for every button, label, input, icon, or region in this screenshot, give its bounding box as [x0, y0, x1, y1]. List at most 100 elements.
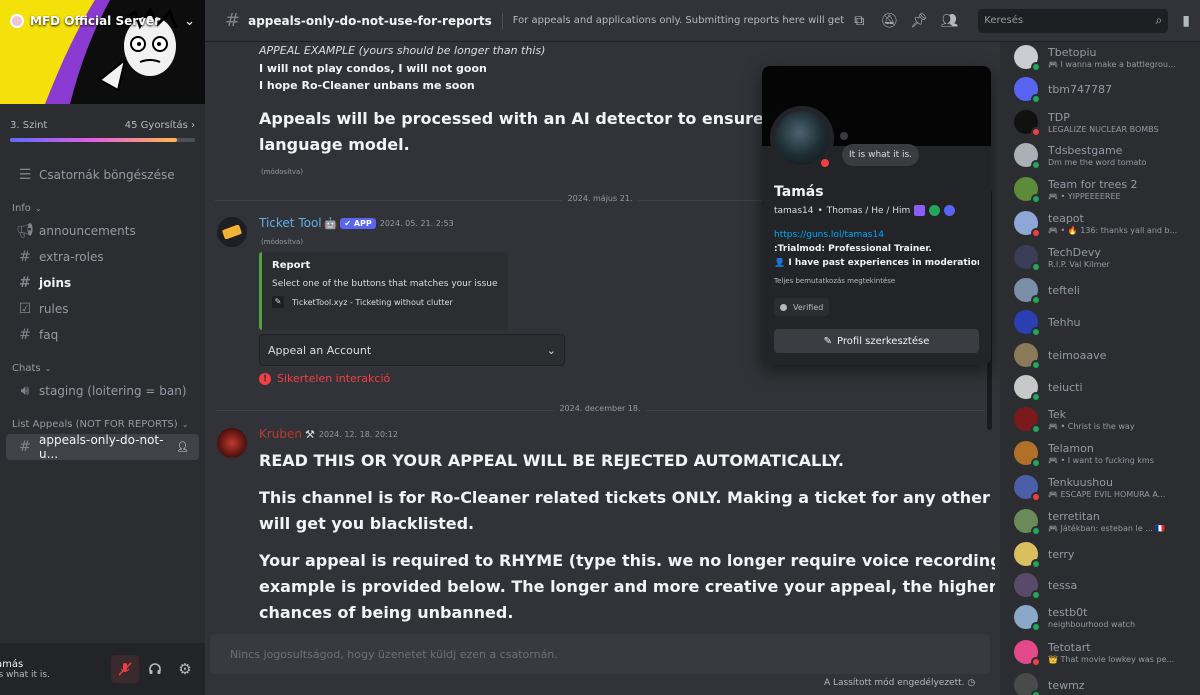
member-item[interactable]: Tehhu — [1014, 307, 1200, 337]
online-status-icon — [1031, 194, 1041, 204]
member-activity: 🎮 ESCAPE EVIL HOMURA A... — [1048, 489, 1166, 499]
category-label: List Appeals (NOT FOR REPORTS) — [12, 418, 178, 430]
user-info[interactable]: amás is what it is. — [0, 659, 109, 680]
online-status-icon — [1031, 458, 1041, 468]
member-item[interactable]: Tbetopiu 🎮 I wanna make a battlegrou... — [1014, 42, 1200, 72]
pinned-messages-icon[interactable]: 📌︎ — [908, 13, 930, 29]
server-name: MFD Official Server — [30, 14, 161, 28]
member-item[interactable]: Tenkuushou 🎮 ESCAPE EVIL HOMURA A... — [1014, 472, 1200, 502]
dnd-status-icon — [818, 156, 832, 170]
member-item[interactable]: terretitan 🎮 Játékban: esteban le ... 🇫🇷 — [1014, 506, 1200, 536]
category-header[interactable]: List Appeals (NOT FOR REPORTS) ⌄ — [0, 414, 205, 434]
date-divider-label: 2024. december 18. — [553, 404, 647, 413]
member-item[interactable]: tefteli — [1014, 275, 1200, 305]
message-header: Kruben ⚒ 2024. 12. 18. 20:12 — [259, 427, 398, 441]
headphones-icon[interactable] — [141, 655, 169, 683]
member-activity: Dm me the word tomato — [1048, 157, 1147, 167]
member-item[interactable]: Team for trees 2 🎮 • YIPPEEEEREE — [1014, 174, 1200, 204]
message-author[interactable]: Kruben — [259, 427, 302, 441]
channel-item[interactable]: 📢︎ announcements — [6, 218, 199, 244]
interaction-failed: ! Sikertelen interakció — [259, 372, 390, 385]
kruben-avatar[interactable] — [217, 428, 247, 458]
inbox-icon[interactable]: ▮ — [1182, 13, 1190, 29]
member-list-icon[interactable]: 👥︎ — [938, 13, 960, 29]
hash-icon: # — [19, 327, 31, 343]
member-item[interactable]: terry — [1014, 539, 1200, 569]
microphone-muted-icon[interactable] — [111, 655, 139, 683]
member-text: Team for trees 2 🎮 • YIPPEEEEREE — [1048, 178, 1198, 201]
ticket-tool-avatar[interactable] — [217, 217, 247, 247]
nitro-badge-icon[interactable] — [914, 205, 926, 216]
channel-item[interactable]: # joins — [6, 270, 199, 296]
boost-progress-section[interactable]: 3. Szint 45 Gyorsítás › — [0, 104, 205, 160]
member-item[interactable]: teapot 🎮 • 🔥 136: thanks yall and b... — [1014, 208, 1200, 238]
member-activity: neighbourhood watch — [1048, 619, 1136, 629]
chevron-right-icon: › — [191, 120, 195, 131]
edit-profile-label: Profil szerkesztése — [837, 335, 930, 347]
member-avatar — [1014, 211, 1041, 238]
member-avatar — [1014, 143, 1041, 170]
member-text: teiucti — [1048, 381, 1198, 394]
member-item[interactable]: teiucti — [1014, 372, 1200, 402]
date-divider-label: 2024. május 21. — [561, 194, 639, 203]
member-text: teimoaave — [1048, 349, 1198, 362]
member-text: Tdsbestgame Dm me the word tomato — [1048, 144, 1198, 167]
pencil-icon: ✎ — [823, 335, 833, 347]
profile-link[interactable]: https://guns.lol/tamas14 — [774, 230, 884, 240]
channel-item[interactable]: # appeals-only-do-not-u... 👤︎ — [6, 433, 199, 461]
member-activity: 👑 That movie lowkey was pe... — [1048, 654, 1175, 664]
invite-icon[interactable]: 👤︎ — [176, 442, 189, 453]
message-author[interactable]: Ticket Tool — [259, 216, 322, 230]
member-name: Tetotart — [1048, 640, 1091, 654]
app-badge: ✔ APP — [340, 217, 376, 229]
member-item[interactable]: tbm747787 — [1014, 74, 1200, 104]
notifications-muted-icon[interactable]: 🔕︎ — [878, 13, 900, 29]
browse-channels-button[interactable]: ☰ Csatornák böngészése — [6, 162, 199, 188]
channel-topic[interactable]: For appeals and applications only. Submi… — [513, 15, 845, 26]
dnd-status-icon — [1031, 228, 1041, 238]
member-text: Tbetopiu 🎮 I wanna make a battlegrou... — [1048, 46, 1198, 69]
search-box[interactable]: ⌕ — [978, 8, 1169, 33]
dnd-status-icon — [1031, 127, 1041, 137]
ai-notice-line: language model. — [259, 135, 410, 154]
channel-label: appeals-only-do-not-u... — [39, 433, 164, 461]
ticket-tool-icon: ✎ — [272, 296, 284, 308]
member-item[interactable]: tessa — [1014, 570, 1200, 600]
server-header[interactable]: MFD Official Server ⌄ — [0, 0, 205, 42]
member-activity: 🎮 I wanna make a battlegrou... — [1048, 59, 1176, 69]
threads-icon[interactable]: ⧉ — [848, 13, 870, 29]
category-header[interactable]: Info ⌄ — [0, 198, 205, 218]
member-avatar — [1014, 110, 1041, 137]
member-item[interactable]: tewmz — [1014, 670, 1200, 695]
category-header[interactable]: Chats ⌄ — [0, 358, 205, 378]
view-full-bio-link[interactable]: Teljes bemutatkozás megtekintése — [774, 277, 895, 285]
member-item[interactable]: testb0t neighbourhood watch — [1014, 602, 1200, 632]
channel-item[interactable]: 🔊︎ staging (loitering = ban) — [6, 378, 199, 404]
clock-icon: ◷ — [967, 678, 976, 688]
member-item[interactable]: teimoaave — [1014, 340, 1200, 370]
edit-profile-button[interactable]: ✎ Profil szerkesztése — [774, 329, 979, 353]
channel-item[interactable]: # faq — [6, 322, 199, 348]
search-input[interactable] — [984, 15, 1156, 26]
channel-label: joins — [39, 276, 72, 290]
custom-status-bubble[interactable]: It is what it is. — [842, 144, 920, 166]
boost-badge-icon[interactable] — [944, 205, 956, 216]
settings-gear-icon[interactable]: ⚙ — [171, 655, 199, 683]
member-item[interactable]: TechDevy R.I.P. Val Kilmer — [1014, 242, 1200, 272]
member-text: tbm747787 — [1048, 83, 1198, 96]
member-item[interactable]: Tdsbestgame Dm me the word tomato — [1014, 140, 1200, 170]
profile-bio-line: 👤 I have past experiences in moderation.… — [774, 258, 979, 268]
member-activity: R.I.P. Val Kilmer — [1048, 259, 1110, 269]
channel-item[interactable]: ☑ rules — [6, 296, 199, 322]
status-bubble-dot — [840, 132, 848, 140]
member-avatar — [1014, 640, 1041, 667]
message-text: READ THIS OR YOUR APPEAL WILL BE REJECTE… — [259, 451, 844, 470]
member-item[interactable]: Telamon 🎮 • I want to fucking kms — [1014, 438, 1200, 468]
member-item[interactable]: Tek 🎮 • Christ is the way — [1014, 404, 1200, 434]
member-activity: 🎮 • YIPPEEEEREE — [1048, 191, 1121, 201]
member-item[interactable]: TDP LEGALIZE NUCLEAR BOMBS — [1014, 107, 1200, 137]
channel-item[interactable]: # extra-roles — [6, 244, 199, 270]
member-item[interactable]: Tetotart 👑 That movie lowkey was pe... — [1014, 637, 1200, 667]
hypesquad-badge-icon[interactable] — [929, 205, 941, 216]
appeal-select-menu[interactable]: Appeal an Account ⌄ — [259, 334, 565, 366]
